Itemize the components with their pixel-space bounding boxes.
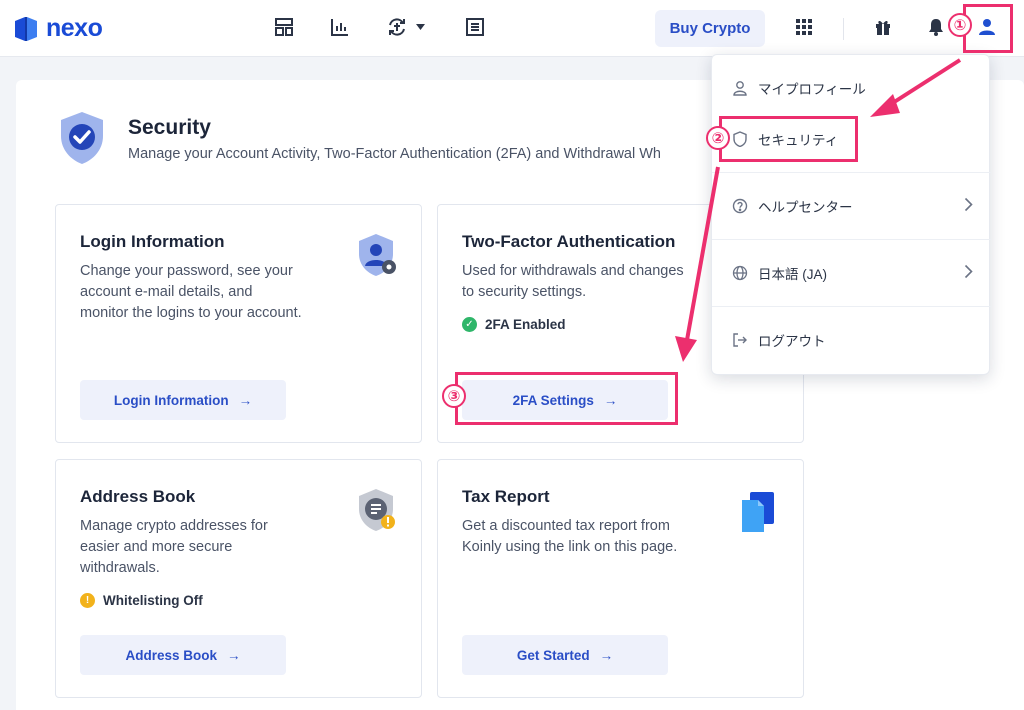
shield-document-warning-icon (359, 489, 395, 531)
highlight-box-security (719, 116, 858, 162)
step-number-3: ③ (442, 384, 466, 408)
card-description: Get a discounted tax report from Koinly … (462, 516, 677, 558)
logout-icon (733, 333, 747, 347)
check-circle-icon: ✓ (462, 317, 477, 332)
desc-line: Get a discounted tax report from (462, 518, 670, 534)
desc-line: Manage crypto addresses for (80, 518, 268, 534)
desc-line: Koinly using the link on this page. (462, 539, 678, 555)
menu-item-language[interactable]: 日本語 (JA) (712, 240, 991, 306)
apps-grid-icon[interactable] (793, 16, 815, 38)
menu-item-label: ログアウト (758, 334, 826, 349)
desc-line: account e-mail details, and (80, 284, 253, 300)
top-navigation-bar: nexo Buy Crypto (0, 0, 1024, 57)
desc-line: monitor the logins to your account. (80, 305, 302, 321)
account-dropdown-menu: マイプロフィール セキュリティ ヘルプセンター 日本語 (JA) ログアウト (711, 54, 991, 375)
status-text: 2FA Enabled (485, 317, 566, 332)
2fa-status-badge: ✓ 2FA Enabled (462, 317, 566, 332)
get-started-button[interactable]: Get Started → (462, 635, 668, 675)
step-number-1: ① (948, 13, 972, 37)
card-description: Used for withdrawals and changes to secu… (462, 261, 684, 303)
menu-item-logout[interactable]: ログアウト (712, 307, 991, 373)
arrow-right-icon: → (599, 647, 614, 663)
security-shield-icon (61, 112, 103, 164)
brand-name: nexo (46, 14, 103, 42)
dashboard-icon[interactable] (273, 16, 295, 38)
arrow-right-icon: → (238, 392, 253, 408)
buy-crypto-button[interactable]: Buy Crypto (655, 10, 765, 47)
arrow-right-icon: → (227, 647, 241, 663)
page-subtitle: Manage your Account Activity, Two-Factor… (128, 146, 661, 162)
warning-circle-icon: ! (80, 593, 95, 608)
chevron-down-icon[interactable] (416, 24, 425, 30)
help-circle-icon (732, 198, 748, 214)
status-text: Whitelisting Off (103, 593, 203, 608)
step-number-2: ② (706, 126, 730, 150)
desc-line: easier and more secure (80, 539, 233, 555)
card-title: Address Book (80, 487, 196, 506)
menu-item-label: ヘルプセンター (758, 200, 853, 215)
desc-line: Used for withdrawals and changes (462, 263, 684, 279)
button-label: Get Started (516, 647, 590, 663)
button-label: Address Book (125, 647, 218, 663)
desc-line: Change your password, see your (80, 263, 293, 279)
desc-line: withdrawals. (80, 560, 160, 576)
whitelisting-status-badge: ! Whitelisting Off (80, 593, 203, 608)
exchange-icon[interactable] (386, 16, 408, 38)
menu-item-label: 日本語 (JA) (758, 267, 827, 282)
list-icon[interactable] (464, 16, 486, 38)
button-label: Login Information (113, 392, 229, 408)
menu-item-help-center[interactable]: ヘルプセンター (712, 173, 991, 239)
login-information-button[interactable]: Login Information → (80, 380, 286, 420)
card-description: Change your password, see your account e… (80, 261, 302, 324)
chevron-right-icon (964, 197, 973, 212)
chart-icon[interactable] (329, 16, 351, 38)
topbar-divider (843, 18, 844, 40)
highlight-box-2fa-settings (455, 372, 678, 425)
gift-icon[interactable] (872, 16, 894, 38)
documents-icon (742, 492, 774, 532)
globe-icon (732, 265, 748, 281)
bell-icon[interactable] (925, 16, 947, 38)
page-title: Security (128, 116, 211, 139)
card-title: Two-Factor Authentication (462, 232, 676, 251)
desc-line: to security settings. (462, 284, 587, 300)
user-outline-icon (733, 81, 747, 96)
nexo-logo-mark-icon (15, 16, 37, 41)
card-title: Tax Report (462, 487, 550, 506)
menu-item-label: マイプロフィール (758, 82, 866, 97)
address-book-button[interactable]: Address Book → (80, 635, 286, 675)
card-description: Manage crypto addresses for easier and m… (80, 516, 268, 579)
nexo-logo[interactable]: nexo (12, 14, 103, 43)
chevron-right-icon (964, 264, 973, 279)
tax-report-card: Tax Report Get a discounted tax report f… (437, 459, 804, 698)
card-title: Login Information (80, 232, 225, 251)
address-book-card: Address Book Manage crypto addresses for… (55, 459, 422, 698)
login-information-card: Login Information Change your password, … (55, 204, 422, 443)
user-shield-settings-icon (359, 234, 396, 276)
